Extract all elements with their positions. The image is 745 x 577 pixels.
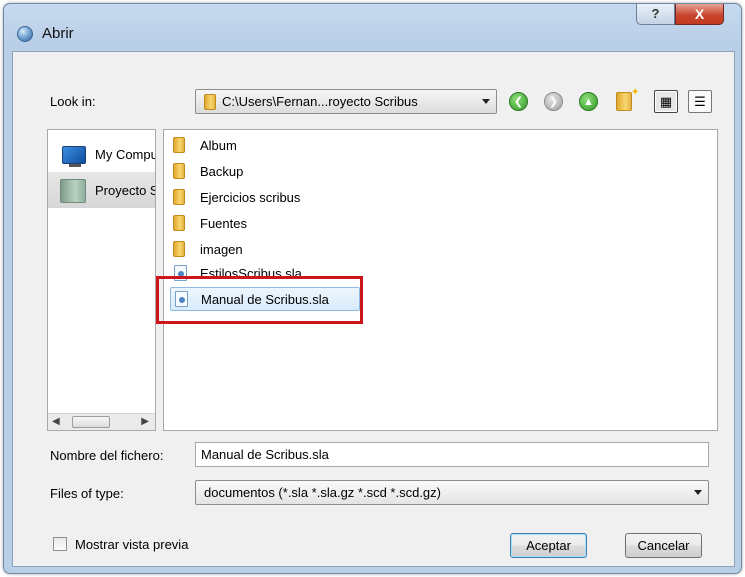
file-name-label: Nombre del fichero: — [50, 448, 164, 463]
parent-folder-button[interactable]: ▲ — [579, 92, 598, 111]
star-icon: ✦ — [631, 87, 640, 98]
cancel-button[interactable]: Cancelar — [625, 533, 702, 558]
icon-view-button[interactable]: ▦ — [654, 90, 678, 113]
annotation-highlight-box — [156, 276, 363, 324]
forward-button[interactable]: ❯ — [544, 92, 563, 111]
scroll-right-icon[interactable]: ▶ — [141, 416, 149, 427]
file-name: imagen — [200, 242, 243, 257]
file-type-label: Files of type: — [50, 486, 124, 501]
sidebar: My Computer Proyecto Scribus ◀ ▶ — [47, 129, 156, 431]
file-type-select[interactable]: documentos (*.sla *.sla.gz *.scd *.scd.g… — [195, 480, 709, 505]
folder-icon — [173, 137, 185, 153]
accept-button[interactable]: Aceptar — [510, 533, 587, 558]
folder-icon — [173, 215, 185, 231]
sidebar-item-proyecto-scribus[interactable]: Proyecto Scribus — [48, 172, 155, 208]
look-in-combo[interactable]: C:\Users\Fernan...royecto Scribus — [195, 89, 497, 114]
computer-icon — [62, 146, 86, 167]
file-type-value: documentos (*.sla *.sla.gz *.scd *.scd.g… — [204, 485, 441, 500]
scroll-left-icon[interactable]: ◀ — [52, 416, 60, 427]
sidebar-item-my-computer[interactable]: My Computer — [48, 136, 155, 172]
back-button[interactable]: ❮ — [509, 92, 528, 111]
folder-icon — [173, 189, 185, 205]
detail-view-button[interactable]: ☰ — [688, 90, 712, 113]
open-dialog-window: Abrir ? X Look in: C:\Users\Fernan...roy… — [3, 3, 742, 574]
file-name-input[interactable]: Manual de Scribus.sla — [195, 442, 709, 467]
new-folder-button[interactable]: ✦ — [616, 87, 639, 111]
folder-icon — [204, 94, 216, 110]
folder-icon — [60, 179, 86, 203]
dialog-body: Look in: C:\Users\Fernan...royecto Scrib… — [12, 51, 735, 567]
app-icon — [17, 26, 33, 42]
preview-checkbox[interactable] — [53, 537, 67, 551]
file-name: Fuentes — [200, 216, 247, 231]
file-name: Ejercicios scribus — [200, 190, 301, 205]
scrollbar-thumb[interactable] — [72, 416, 110, 428]
close-button[interactable]: X — [675, 4, 724, 25]
chevron-down-icon — [482, 99, 490, 104]
help-button[interactable]: ? — [636, 4, 675, 25]
window-title: Abrir — [42, 25, 74, 42]
title-bar[interactable]: Abrir ? X — [4, 4, 741, 46]
preview-label: Mostrar vista previa — [75, 537, 189, 552]
sidebar-item-label: Proyecto Scribus — [95, 183, 155, 198]
sidebar-horizontal-scrollbar[interactable]: ◀ ▶ — [48, 413, 155, 430]
look-in-path: C:\Users\Fernan...royecto Scribus — [222, 94, 418, 109]
folder-icon — [173, 241, 185, 257]
chevron-down-icon — [694, 490, 702, 495]
file-name: Backup — [200, 164, 244, 179]
look-in-label: Look in: — [50, 94, 96, 109]
file-name: Album — [200, 138, 237, 153]
folder-icon — [173, 163, 185, 179]
sidebar-item-label: My Computer — [95, 147, 155, 162]
